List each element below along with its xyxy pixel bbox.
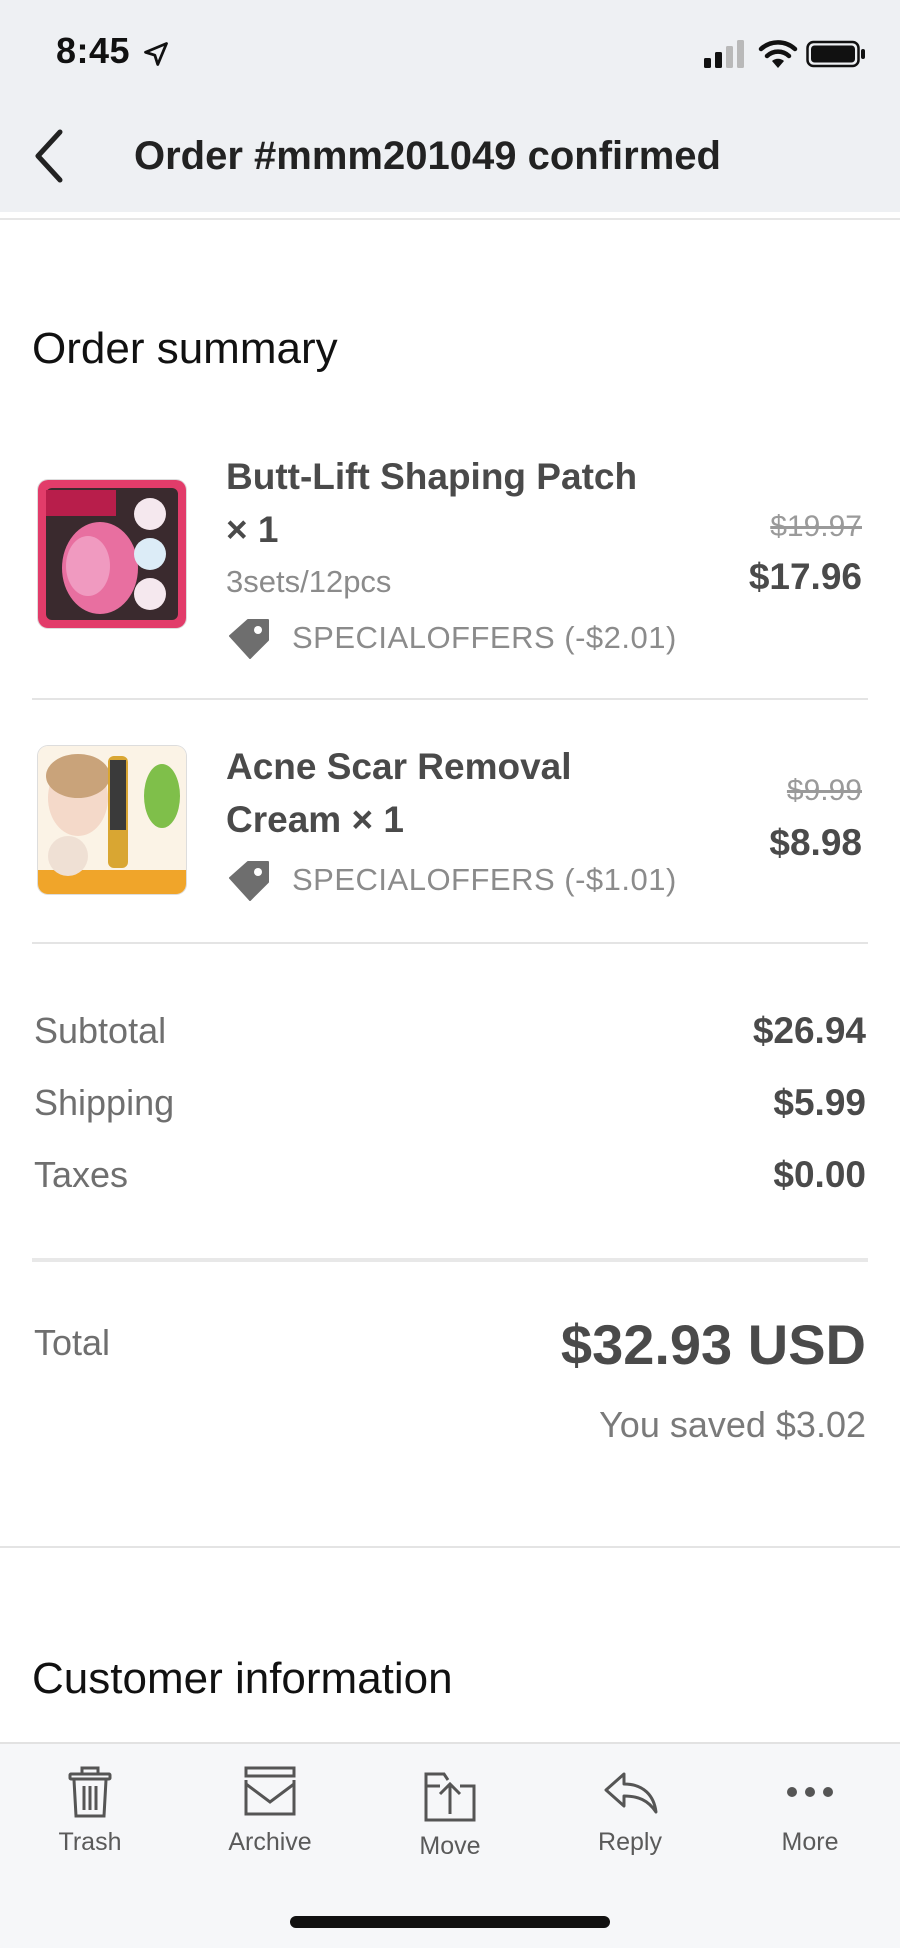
wifi-icon [758, 40, 798, 68]
move-icon [424, 1772, 476, 1822]
shipping-label: Shipping [34, 1082, 175, 1123]
original-price: $9.99 [786, 774, 862, 807]
item-price: $17.96 [748, 556, 862, 597]
location-arrow-icon [144, 42, 168, 66]
reply-label: Reply [598, 1828, 662, 1856]
header-divider [0, 218, 900, 220]
move-button[interactable]: Move [380, 1764, 520, 1874]
total-value: $32.93 USD [560, 1313, 866, 1376]
reply-icon [604, 1772, 658, 1814]
trash-icon [68, 1766, 112, 1818]
page-title: Order #mmm201049 confirmed [134, 134, 721, 178]
cellular-signal-icon [704, 40, 744, 68]
taxes-value: $0.00 [773, 1154, 866, 1195]
battery-icon [806, 40, 865, 68]
more-button[interactable]: More [740, 1764, 880, 1874]
shipping-value: $5.99 [773, 1082, 866, 1123]
discount-code: SPECIALOFFERS (-$2.01) [292, 620, 677, 655]
email-screen: 8:45 Order #mmm201049 confirmed Order su… [0, 0, 900, 1948]
trash-label: Trash [58, 1828, 122, 1856]
status-time: 8:45 [56, 30, 131, 71]
reply-button[interactable]: Reply [560, 1764, 700, 1874]
trash-button[interactable]: Trash [20, 1764, 160, 1874]
totals-divider [32, 1258, 868, 1262]
price-tag-icon [229, 861, 269, 901]
item-divider [32, 698, 868, 700]
section-divider [0, 1546, 900, 1548]
more-label: More [781, 1828, 839, 1856]
items-divider [32, 942, 868, 944]
archive-label: Archive [228, 1828, 312, 1856]
discount-code: SPECIALOFFERS (-$1.01) [292, 862, 677, 897]
product-thumbnail[interactable] [38, 480, 186, 628]
subtotal-label: Subtotal [34, 1010, 167, 1051]
price-tag-icon [229, 619, 269, 659]
top-bar: 8:45 Order #mmm201049 confirmed [0, 0, 900, 212]
order-summary-heading: Order summary [32, 324, 338, 373]
total-label: Total [34, 1322, 111, 1363]
customer-information-heading: Customer information [32, 1654, 453, 1703]
back-button[interactable] [24, 120, 76, 192]
move-label: Move [419, 1832, 481, 1860]
more-dots-icon [787, 1787, 833, 1797]
archive-icon [244, 1766, 296, 1816]
item-price: $8.98 [769, 822, 862, 863]
item-name: Butt-Lift Shaping Patch × 1 [226, 456, 638, 550]
butt-lift-product-image [38, 480, 186, 628]
acne-cream-product-image [38, 746, 186, 894]
original-price: $19.97 [770, 510, 862, 543]
home-indicator[interactable] [290, 1916, 610, 1928]
taxes-label: Taxes [34, 1154, 129, 1195]
item-variant: 3sets/12pcs [226, 564, 392, 599]
item-name: Acne Scar Removal Cream × 1 [226, 746, 572, 840]
archive-button[interactable]: Archive [200, 1764, 340, 1874]
savings-text: You saved $3.02 [599, 1404, 866, 1445]
product-thumbnail[interactable] [38, 746, 186, 894]
subtotal-value: $26.94 [752, 1010, 866, 1051]
